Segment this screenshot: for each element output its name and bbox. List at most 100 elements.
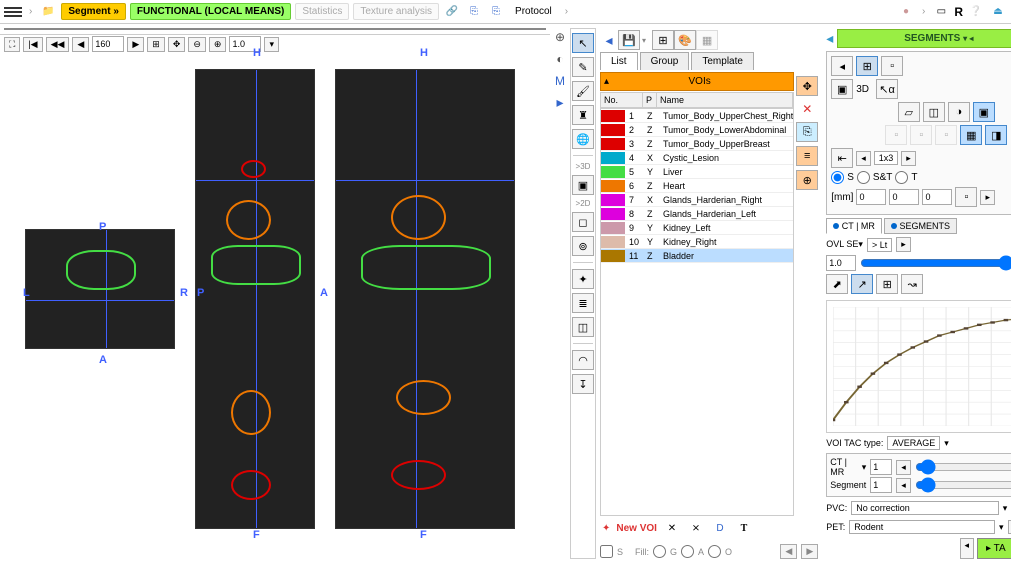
- move-icon[interactable]: ✥: [796, 76, 818, 96]
- save-icon[interactable]: 💾: [618, 30, 640, 50]
- lasso-icon[interactable]: ✎: [572, 57, 594, 77]
- mm-x-input[interactable]: [856, 189, 886, 205]
- link-icon[interactable]: 🔗: [443, 4, 461, 20]
- contour-icon[interactable]: ◠: [572, 350, 594, 370]
- fill-o-radio[interactable]: [708, 545, 721, 558]
- menu-icon[interactable]: [4, 7, 22, 17]
- d-voi-icon[interactable]: D: [711, 520, 729, 536]
- delete-icon[interactable]: ✕: [663, 520, 681, 536]
- image-viewer[interactable]: H H L R P A F F A P: [4, 28, 546, 30]
- voi-row[interactable]: 2ZTumor_Body_LowerAbdominal: [601, 123, 793, 137]
- tab-group[interactable]: Group: [640, 52, 690, 70]
- next-voi-button[interactable]: ▶: [801, 544, 818, 559]
- opacity-slider[interactable]: [860, 257, 1011, 269]
- chevron-down-icon[interactable]: ▾: [642, 36, 646, 45]
- center-button[interactable]: ⊞: [147, 37, 165, 52]
- shapes-icon[interactable]: ◫: [572, 317, 594, 337]
- collapse-icon[interactable]: ▴: [604, 76, 609, 87]
- tree-icon[interactable]: ⊞: [652, 30, 674, 50]
- duplicate-icon[interactable]: ⎘: [796, 122, 818, 142]
- chart-type-b-icon[interactable]: ↗: [851, 274, 873, 294]
- chevron-left-icon[interactable]: ◂: [600, 32, 618, 48]
- settings-icon[interactable]: ≡: [796, 146, 818, 166]
- ctmr-chevron-icon[interactable]: ▾: [862, 462, 867, 473]
- voi-row[interactable]: 7XGlands_Harderian_Right: [601, 193, 793, 207]
- tab-segments[interactable]: SEGMENTS: [884, 218, 957, 234]
- brush-icon[interactable]: 🖌: [572, 81, 594, 101]
- grid2-icon[interactable]: ◨: [985, 125, 1007, 145]
- next-button[interactable]: ▶: [127, 37, 144, 52]
- col-no[interactable]: No.: [601, 93, 643, 107]
- mode-c-icon[interactable]: ▫: [881, 56, 903, 76]
- mm-y-input[interactable]: [889, 189, 919, 205]
- merge-icon[interactable]: ⊕: [796, 170, 818, 190]
- chart-type-a-icon[interactable]: ⬈: [826, 274, 848, 294]
- spin-value[interactable]: 1x3: [874, 151, 899, 165]
- fill-g-radio[interactable]: [653, 545, 666, 558]
- st-radio[interactable]: [857, 171, 870, 184]
- eject-icon[interactable]: ⏏: [989, 4, 1007, 20]
- export-icon[interactable]: ⎘: [465, 4, 483, 20]
- zoom-out-button[interactable]: ⊖: [188, 37, 206, 52]
- pvc-dropdown[interactable]: No correction: [851, 501, 998, 515]
- pet-dropdown[interactable]: Rodent: [849, 520, 995, 534]
- grid1-icon[interactable]: ▦: [960, 125, 982, 145]
- voi-row[interactable]: 3ZTumor_Body_UpperBreast: [601, 137, 793, 151]
- mode-a-icon[interactable]: ◂: [831, 56, 853, 76]
- pointer-tool-icon[interactable]: ↖α: [876, 79, 898, 99]
- globe-icon[interactable]: 🌐: [572, 129, 594, 149]
- tab-ctmr[interactable]: CT | MR: [826, 218, 882, 234]
- voi-row[interactable]: 11ZBladder: [601, 249, 793, 263]
- action-prev-button[interactable]: ◂: [960, 538, 975, 559]
- pointer-icon[interactable]: ↖: [572, 33, 594, 53]
- back-icon[interactable]: ⇤: [831, 148, 853, 168]
- segment-button[interactable]: Segment »: [61, 3, 126, 20]
- shape2-icon[interactable]: ◫: [923, 102, 945, 122]
- pvc-chevron-icon[interactable]: ▾: [1003, 503, 1008, 514]
- mm-z-input[interactable]: [922, 189, 952, 205]
- shape3-icon[interactable]: ◑: [948, 102, 970, 122]
- ctmr-val-input[interactable]: [870, 459, 892, 475]
- target-icon[interactable]: ⊕: [551, 28, 569, 46]
- chevron-right-icon[interactable]: ▸: [556, 94, 563, 111]
- s-radio[interactable]: [831, 171, 844, 184]
- m-icon[interactable]: M: [551, 72, 569, 90]
- new-voi-icon[interactable]: ✦: [602, 523, 610, 534]
- expand-icon[interactable]: ⛶: [4, 37, 20, 52]
- ovl-label[interactable]: OVL SE▾: [826, 239, 863, 250]
- clear-icon[interactable]: ⨯: [687, 520, 705, 536]
- opacity-input[interactable]: [826, 255, 856, 271]
- r-button[interactable]: R: [954, 5, 963, 19]
- ovl-next-button[interactable]: ▸: [896, 237, 911, 252]
- seg-prev-button[interactable]: ◂: [896, 478, 911, 493]
- lt-dropdown[interactable]: > Lt: [867, 238, 892, 252]
- tab-list[interactable]: List: [600, 52, 638, 70]
- segments-title[interactable]: SEGMENTS ▾ ◂: [837, 29, 1011, 48]
- apply-icon[interactable]: ▫: [955, 187, 977, 207]
- prev-button[interactable]: ◀: [72, 37, 89, 52]
- protocol-icon[interactable]: ⎘: [487, 4, 505, 20]
- prev-voi-button[interactable]: ◀: [780, 544, 797, 559]
- frame-input[interactable]: [92, 36, 124, 52]
- zoom-in-button[interactable]: ⊕: [209, 37, 227, 52]
- fill-a-radio[interactable]: [681, 545, 694, 558]
- increment-button[interactable]: ▸: [901, 151, 916, 166]
- palette-icon[interactable]: 🎨: [674, 30, 696, 50]
- voi-list[interactable]: 1ZTumor_Body_UpperChest_Right2ZTumor_Bod…: [600, 108, 794, 516]
- seg-slider[interactable]: [915, 479, 1011, 491]
- remove-icon[interactable]: ✕: [798, 100, 816, 118]
- seg-val-input[interactable]: [870, 477, 892, 493]
- zoom-dropdown[interactable]: ▾: [264, 37, 279, 52]
- t-radio[interactable]: [895, 171, 908, 184]
- prev-fast-button[interactable]: ◀◀: [46, 37, 70, 52]
- pan-button[interactable]: ✥: [168, 37, 186, 52]
- down-icon[interactable]: ↧: [572, 374, 594, 394]
- mode-b-icon[interactable]: ⊞: [856, 56, 878, 76]
- wand-icon[interactable]: ✦: [572, 269, 594, 289]
- tac-chart[interactable]: [826, 300, 1011, 433]
- tower-icon[interactable]: ♜: [572, 105, 594, 125]
- layers-icon[interactable]: ≣: [572, 293, 594, 313]
- cube-small-icon[interactable]: ▣: [831, 79, 853, 99]
- new-voi-button[interactable]: New VOI: [616, 523, 657, 534]
- ctmr-slider[interactable]: [915, 461, 1011, 473]
